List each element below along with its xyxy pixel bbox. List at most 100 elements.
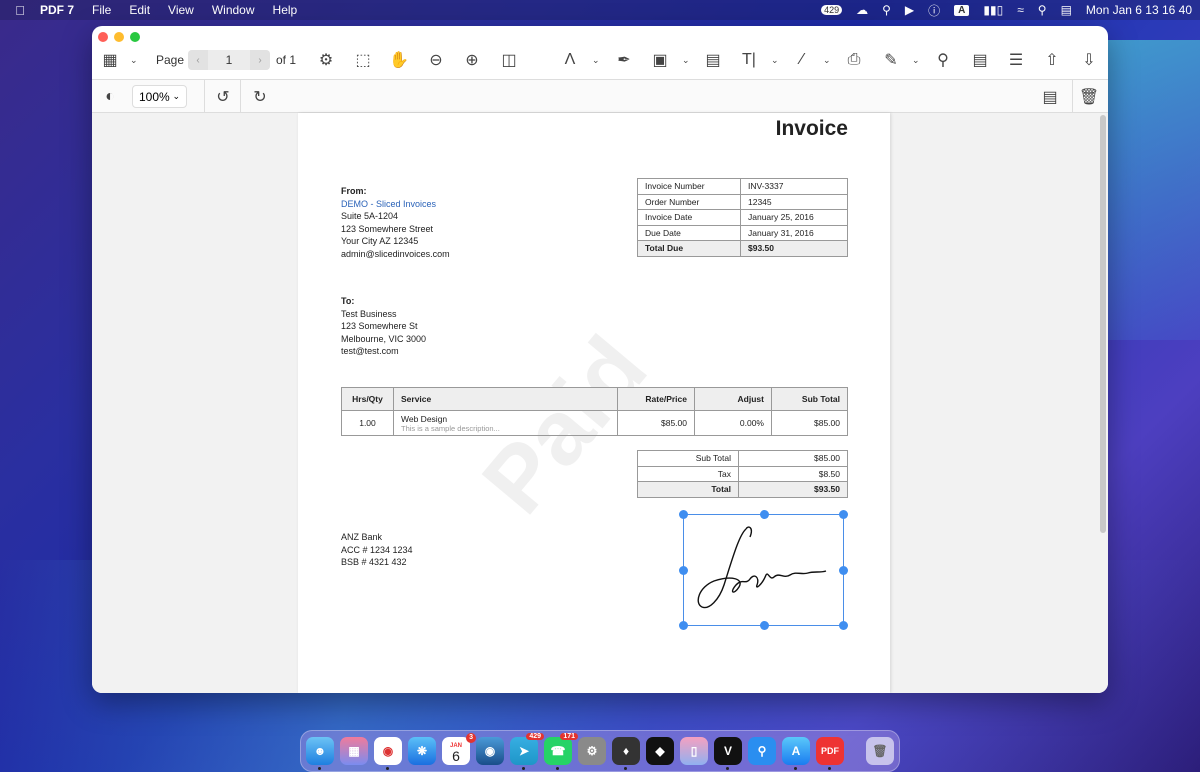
iphone-mirroring-icon[interactable]: ▯ xyxy=(680,737,708,765)
table-row: Total $93.50 xyxy=(637,481,848,498)
play-icon[interactable]: ▶ xyxy=(905,3,914,17)
chevron-down-icon[interactable]: ⌄ xyxy=(682,42,690,78)
apple-menu-icon[interactable]:  xyxy=(0,3,40,18)
share-icon[interactable]: ⇧ xyxy=(1042,42,1062,78)
chevron-down-icon[interactable]: ⌄ xyxy=(912,42,920,78)
launchpad-icon[interactable]: ▦ xyxy=(340,737,368,765)
resize-handle[interactable] xyxy=(760,510,769,519)
resize-handle[interactable] xyxy=(760,621,769,630)
system-settings-icon[interactable]: ⚙ xyxy=(578,737,606,765)
ocr-icon[interactable]: ☰ xyxy=(1006,42,1026,78)
menu-view[interactable]: View xyxy=(168,3,194,17)
chrome-icon[interactable]: ◉ xyxy=(374,737,402,770)
control-center-icon[interactable]: ▤ xyxy=(1061,3,1072,17)
download-icon[interactable]: ⇩ xyxy=(1079,42,1099,78)
vpn-app-icon[interactable]: V xyxy=(714,737,742,770)
resize-handle[interactable] xyxy=(679,621,688,630)
pdf-app-label: PDF xyxy=(821,746,839,756)
prev-page-button[interactable]: ‹ xyxy=(188,50,208,70)
menu-file[interactable]: File xyxy=(92,3,111,17)
page-number-input[interactable]: 1 xyxy=(208,50,250,70)
battery-icon[interactable]: ▮▮▯ xyxy=(983,3,1003,17)
resize-handle[interactable] xyxy=(839,566,848,575)
document-info-icon[interactable]: ▤ xyxy=(970,42,990,78)
menu-edit[interactable]: Edit xyxy=(129,3,150,17)
chevron-down-icon[interactable]: ⌄ xyxy=(823,42,831,78)
resize-handle[interactable] xyxy=(679,566,688,575)
page-layout-icon[interactable]: ◫ xyxy=(499,42,519,78)
text-tool-icon[interactable]: T| xyxy=(739,42,759,78)
line-tool-icon[interactable]: ∕ xyxy=(792,42,812,78)
whatsapp-icon[interactable]: ☎ 171 xyxy=(544,733,578,770)
calendar-icon[interactable]: JAN 6 3 xyxy=(442,733,476,765)
telegram-badge: 429 xyxy=(526,733,544,740)
chevron-down-icon[interactable]: ⌄ xyxy=(130,42,138,78)
pen-tool-icon[interactable]: Λ xyxy=(560,42,580,78)
info-icon[interactable]: ⓘ xyxy=(928,2,940,19)
to-line: 123 Somewhere St xyxy=(341,321,418,331)
main-toolbar: ▦ ⌄ Page ‹ 1 › of 1 ⚙ ⬚ ✋ ⊖ ⊕ ◫ Λ ⌄ ✒ ▣ … xyxy=(92,42,1108,78)
resize-handle[interactable] xyxy=(839,510,848,519)
wifi-icon[interactable]: ≈ xyxy=(1017,3,1024,17)
marquee-select-icon[interactable]: ⬚ xyxy=(353,42,373,78)
document-viewer[interactable]: Paid Invoice From: DEMO - Sliced Invoice… xyxy=(92,113,1108,693)
trash-icon[interactable]: 🗑 xyxy=(866,737,894,765)
menu-help[interactable]: Help xyxy=(273,3,298,17)
app-store-icon[interactable]: A xyxy=(782,737,810,770)
chevron-down-icon[interactable]: ⌄ xyxy=(592,42,600,78)
gem-app-icon[interactable]: ◆ xyxy=(646,737,674,765)
edit-document-icon[interactable]: ✎ xyxy=(881,42,901,78)
quicktime-icon[interactable]: ◉ xyxy=(476,737,504,765)
zoom-in-icon[interactable]: ⊕ xyxy=(462,42,482,78)
rotate-right-icon[interactable]: ↻ xyxy=(250,80,270,114)
vertical-scrollbar[interactable] xyxy=(1100,115,1106,533)
meta-label: Order Number xyxy=(637,193,741,210)
minimize-window-button[interactable] xyxy=(114,32,124,42)
utility-app-icon[interactable]: ⚲ xyxy=(748,737,776,765)
resize-handle[interactable] xyxy=(679,510,688,519)
contrast-icon[interactable]: ◐ xyxy=(100,80,120,114)
to-line: Melbourne, VIC 3000 xyxy=(341,333,427,344)
status-badge-icon[interactable]: 429 xyxy=(821,5,843,15)
pdf-app-icon[interactable]: PDF xyxy=(816,737,844,770)
print-icon[interactable]: ⎙ xyxy=(844,42,864,78)
resize-handle[interactable] xyxy=(839,621,848,630)
cloud-icon[interactable]: ☁ xyxy=(856,3,868,17)
next-page-button[interactable]: › xyxy=(250,50,270,70)
invoice-meta-table: Invoice Number INV-3337 Order Number 12345… xyxy=(637,178,848,257)
column-header: Sub Total xyxy=(771,387,848,411)
table-row: Due Date January 31, 2016 xyxy=(637,224,848,241)
chevron-down-icon[interactable]: ⌄ xyxy=(771,42,779,78)
gear-icon[interactable]: ⚙ xyxy=(316,42,336,78)
finder-icon[interactable]: ☻ xyxy=(306,737,334,770)
trash-icon[interactable]: 🗑 xyxy=(1079,80,1099,114)
total-label: Total xyxy=(637,481,739,498)
signature-annotation[interactable] xyxy=(679,510,848,630)
meta-label: Invoice Number xyxy=(637,178,741,195)
app-icon[interactable]: ♦ xyxy=(612,737,640,770)
key-icon[interactable]: ⚲ xyxy=(882,3,891,17)
menu-window[interactable]: Window xyxy=(212,3,255,17)
from-name-link[interactable]: DEMO - Sliced Invoices xyxy=(341,198,450,211)
grid-view-icon[interactable]: ▦ xyxy=(100,42,120,78)
table-row: Order Number 12345 xyxy=(637,193,848,210)
close-window-button[interactable] xyxy=(98,32,108,42)
zoom-window-button[interactable] xyxy=(130,32,140,42)
telegram-icon[interactable]: ➤ 429 xyxy=(510,733,544,770)
zoom-out-icon[interactable]: ⊖ xyxy=(426,42,446,78)
safari-icon[interactable]: ❋ xyxy=(408,737,436,765)
add-comment-icon[interactable]: ▤ xyxy=(1040,80,1060,114)
dock: ☻ ▦ ◉ ❋ JAN 6 3 ◉ ➤ 429 ☎ 171 ⚙ ♦ ◆ ▯ V ⚲ … xyxy=(300,730,900,772)
search-icon[interactable]: ⚲ xyxy=(933,42,953,78)
app-menu[interactable]: PDF 7 xyxy=(40,3,74,17)
image-icon[interactable]: ▣ xyxy=(650,42,670,78)
hand-tool-icon[interactable]: ✋ xyxy=(389,42,409,78)
input-source-icon[interactable]: A xyxy=(954,4,970,16)
spotlight-icon[interactable]: ⚲ xyxy=(1038,3,1047,17)
zoom-select[interactable]: 100% ⌄ xyxy=(132,85,187,108)
signature-icon[interactable]: ✒ xyxy=(614,42,634,78)
clock[interactable]: Mon Jan 6 13 16 40 xyxy=(1086,3,1192,17)
comment-icon[interactable]: ▤ xyxy=(703,42,723,78)
rotate-left-icon[interactable]: ↺ xyxy=(213,80,233,114)
meta-value: $93.50 xyxy=(740,240,848,257)
